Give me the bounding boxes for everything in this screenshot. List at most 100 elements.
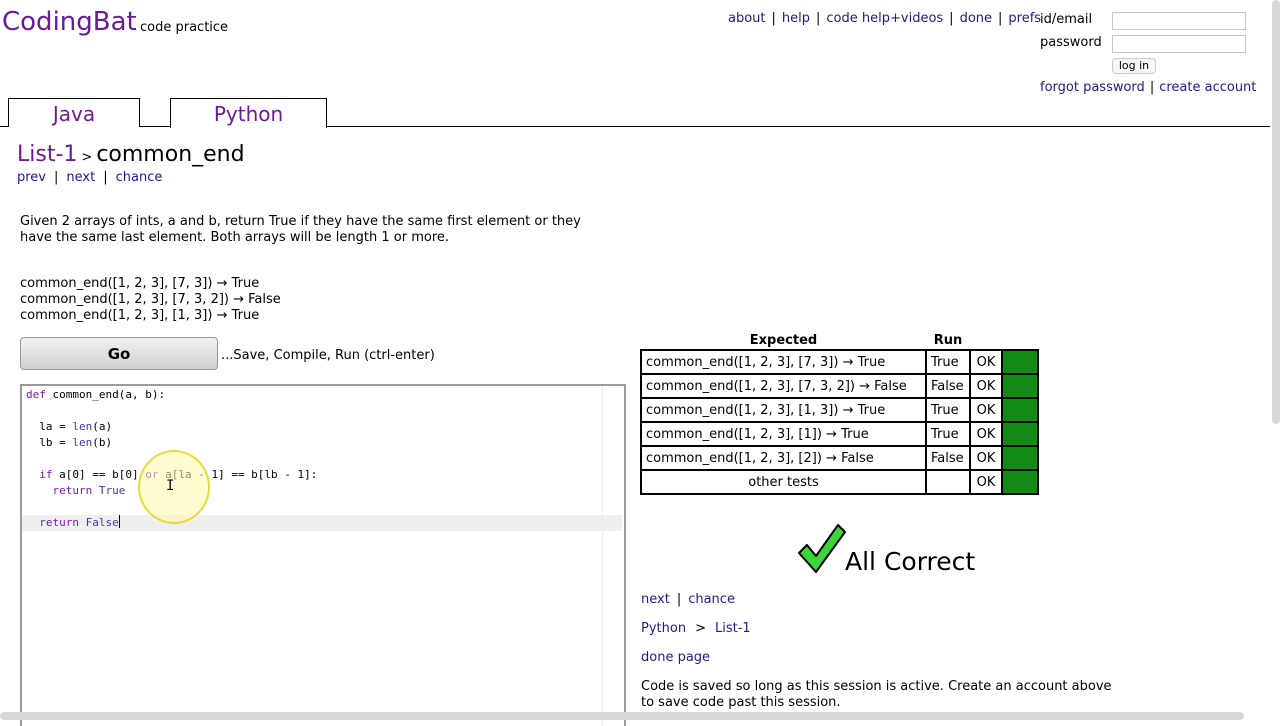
top-nav: about | help | code help+videos | done | prefs (728, 11, 1041, 26)
saved-note: Code is saved so long as this session is… (641, 679, 1112, 710)
code-line[interactable]: return True (26, 483, 126, 499)
all-correct-text: All Correct (845, 547, 976, 576)
pass-indicator (1001, 397, 1039, 423)
result-nav-separator: | (676, 592, 682, 607)
text-cursor (118, 515, 120, 528)
go-hint: ...Save, Compile, Run (ctrl-enter) (221, 348, 435, 363)
editor-print-margin (602, 386, 603, 726)
code-line[interactable]: la = len(a) (26, 419, 112, 435)
color-header (1002, 331, 1038, 350)
other-tests-cell: other tests (640, 469, 927, 495)
site-tagline: code practice (140, 20, 229, 35)
vertical-scrollbar[interactable] (1272, 0, 1280, 424)
log-in-button[interactable]: log in (1112, 58, 1156, 74)
problem-description: Given 2 arrays of ints, a and b, return … (20, 214, 581, 245)
example-line: common_end([1, 2, 3], [7, 3, 2]) → False (20, 292, 281, 307)
expected-header: Expected (749, 332, 818, 348)
pass-indicator (1001, 373, 1039, 399)
ibeam-cursor-icon: I (166, 478, 175, 494)
results-table: Expected Run common_end([1, 2, 3], [7, 3… (640, 331, 1039, 495)
table-row: other tests OK (640, 469, 1039, 495)
nav-separator: | (949, 11, 954, 26)
breadcrumb-separator: > (695, 621, 706, 636)
next-link[interactable]: next (66, 170, 95, 185)
pass-indicator (1001, 349, 1039, 375)
nav-separator: | (998, 11, 1003, 26)
pass-indicator (1001, 469, 1039, 495)
login-links: forgot password | create account (1040, 80, 1256, 95)
run-header: Run (933, 332, 963, 348)
tab-java[interactable]: Java (8, 98, 140, 127)
python-link[interactable]: Python (641, 621, 686, 636)
nav-separator: | (771, 11, 776, 26)
table-row: common_end([1, 2, 3], [1, 3]) → True Tru… (640, 397, 1039, 423)
result-breadcrumb: Python > List-1 (641, 621, 751, 636)
nav-separator: | (816, 11, 821, 26)
table-row: common_end([1, 2, 3], [1]) → True True O… (640, 421, 1039, 447)
result-chance-link[interactable]: chance (688, 592, 735, 607)
breadcrumb-category-link[interactable]: List-1 (17, 142, 77, 167)
horizontal-scrollbar[interactable] (0, 712, 1244, 720)
run-cell (925, 469, 971, 495)
forgot-password-link[interactable]: forgot password (1040, 80, 1145, 95)
problem-title: common_end (96, 142, 245, 167)
run-cell: True (925, 349, 971, 375)
pass-indicator (1001, 445, 1039, 471)
problem-breadcrumb: List-1 > common_end (17, 142, 245, 167)
result-next-link[interactable]: next (641, 592, 670, 607)
expected-cell: common_end([1, 2, 3], [2]) → False (640, 445, 927, 471)
all-correct-verdict: All Correct (797, 523, 1017, 583)
nav-help-link[interactable]: help (782, 11, 810, 26)
tab-python[interactable]: Python (170, 98, 327, 128)
nav-about-link[interactable]: about (728, 11, 766, 26)
codingbat-logo[interactable]: CodingBat (2, 7, 137, 37)
code-line[interactable]: return False (26, 515, 120, 531)
table-row: common_end([1, 2, 3], [2]) → False False… (640, 445, 1039, 471)
table-row: common_end([1, 2, 3], [7, 3, 2]) → False… (640, 373, 1039, 399)
expected-cell: common_end([1, 2, 3], [7, 3]) → True (640, 349, 927, 375)
subnav-separator: | (103, 170, 108, 185)
run-cell: True (925, 421, 971, 447)
code-line[interactable]: lb = len(b) (26, 435, 112, 451)
problem-examples: common_end([1, 2, 3], [7, 3]) → True com… (20, 276, 281, 324)
login-box: id/email password log in forgot password… (1036, 8, 1258, 98)
status-cell: OK (969, 373, 1003, 399)
checkmark-icon (798, 524, 846, 573)
nav-code-help-videos-link[interactable]: code help+videos (826, 11, 943, 26)
problem-subnav: prev | next | chance (17, 170, 162, 185)
run-cell: True (925, 397, 971, 423)
expected-cell: common_end([1, 2, 3], [1]) → True (640, 421, 927, 447)
table-row: common_end([1, 2, 3], [7, 3]) → True Tru… (640, 349, 1039, 375)
status-cell: OK (969, 469, 1003, 495)
expected-cell: common_end([1, 2, 3], [1, 3]) → True (640, 397, 927, 423)
results-header-row: Expected Run (641, 331, 1038, 350)
code-line[interactable]: def common_end(a, b): (26, 387, 165, 403)
login-link-separator: | (1149, 80, 1155, 95)
status-cell: OK (969, 445, 1003, 471)
create-account-link[interactable]: create account (1159, 80, 1256, 95)
code-editor[interactable]: def common_end(a, b): la = len(a) lb = l… (20, 384, 626, 726)
status-cell: OK (969, 397, 1003, 423)
status-cell: OK (969, 421, 1003, 447)
status-header (970, 331, 1002, 350)
prev-link[interactable]: prev (17, 170, 46, 185)
id-email-input[interactable] (1112, 12, 1246, 30)
id-email-label: id/email (1040, 12, 1093, 27)
result-nav: next | chance (641, 592, 735, 607)
list-1-link[interactable]: List-1 (715, 621, 751, 636)
run-cell: False (925, 373, 971, 399)
status-cell: OK (969, 349, 1003, 375)
nav-done-link[interactable]: done (960, 11, 992, 26)
expected-cell: common_end([1, 2, 3], [7, 3, 2]) → False (640, 373, 927, 399)
password-label: password (1040, 35, 1102, 50)
done-page-link[interactable]: done page (641, 650, 710, 665)
breadcrumb-separator: > (81, 150, 93, 165)
pass-indicator (1001, 421, 1039, 447)
chance-link[interactable]: chance (116, 170, 163, 185)
go-button[interactable]: Go (20, 337, 218, 370)
example-line: common_end([1, 2, 3], [7, 3]) → True (20, 276, 260, 291)
example-line: common_end([1, 2, 3], [1, 3]) → True (20, 308, 260, 323)
subnav-separator: | (54, 170, 59, 185)
run-cell: False (925, 445, 971, 471)
password-input[interactable] (1112, 35, 1246, 53)
